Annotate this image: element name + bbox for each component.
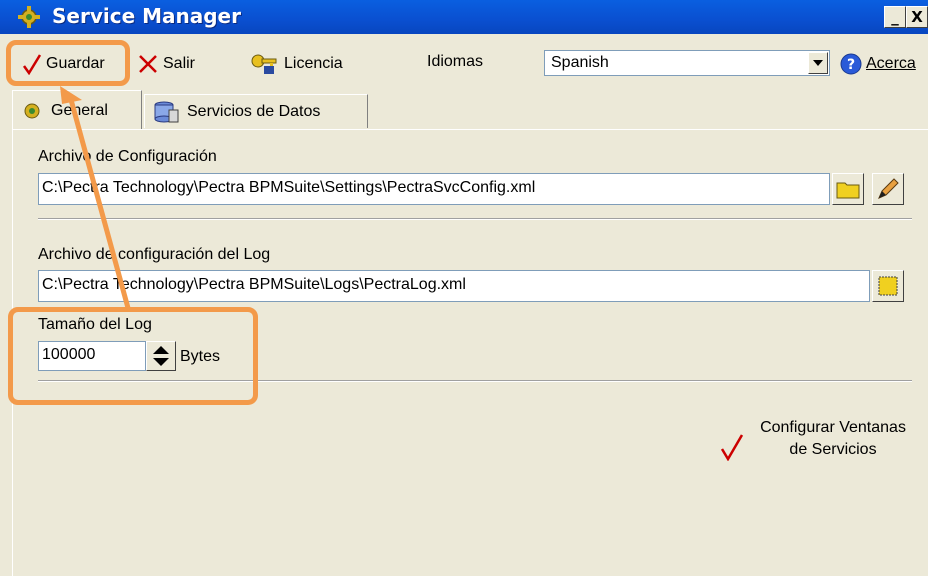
- annotation-arrow: [60, 86, 131, 309]
